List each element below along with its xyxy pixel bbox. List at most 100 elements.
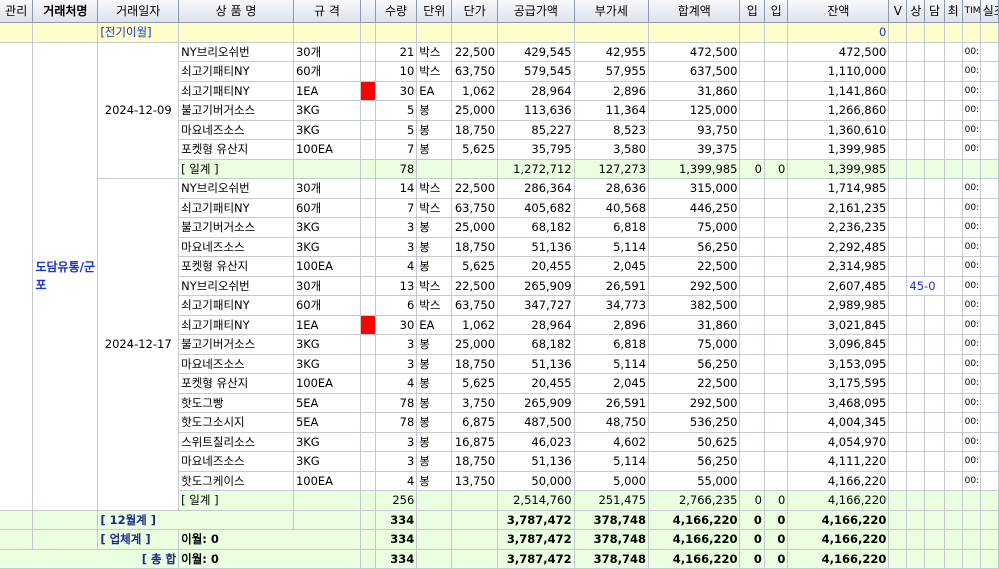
col-header-supply[interactable]: 공급가액 <box>497 0 575 23</box>
item-name[interactable]: 마요네즈소스 <box>178 451 294 472</box>
ledger-grid[interactable]: 관리 거래처명 거래일자 상 품 명 규 격 수량 단위 단가 공급가액 부가세… <box>0 0 999 569</box>
col-header-v[interactable]: V <box>888 0 908 23</box>
col-header-item[interactable]: 상 품 명 <box>178 0 294 23</box>
qty[interactable]: 30 <box>375 81 418 101</box>
qty[interactable]: 4 <box>375 256 418 277</box>
price[interactable]: 13,750 <box>451 471 499 491</box>
col-header-spec[interactable]: 규 격 <box>293 0 361 23</box>
item-name[interactable]: 마요네즈소스 <box>178 354 294 374</box>
price[interactable]: 63,750 <box>451 295 499 316</box>
item-name[interactable]: 마요네즈소스 <box>178 120 294 140</box>
prev-balance-row[interactable]: [전기이월] 0 <box>0 22 999 43</box>
col-header-sang[interactable]: 상 <box>906 0 926 23</box>
price[interactable]: 5,625 <box>451 256 499 277</box>
price[interactable]: 3,750 <box>451 393 499 413</box>
grand-total-row[interactable]: [ 총 합 이월: 0 334 3,787,472 378,748 4,166,220 0 0… <box>0 549 999 569</box>
in2-cell <box>764 432 789 452</box>
price[interactable]: 25,000 <box>451 334 499 355</box>
table-row[interactable]: 2024-12-17 NY브리오쉬번 30개 14 박스 22,500 286,364 28,… <box>0 178 999 511</box>
price[interactable]: 22,500 <box>451 178 499 199</box>
qty[interactable]: 4 <box>375 471 418 491</box>
price[interactable]: 1,062 <box>451 81 499 101</box>
col-header-manage[interactable]: 관리 <box>0 0 34 23</box>
qty[interactable]: 7 <box>375 139 418 160</box>
col-header-price[interactable]: 단가 <box>451 0 499 23</box>
qty[interactable]: 3 <box>375 217 418 238</box>
qty[interactable]: 7 <box>375 198 418 218</box>
qty[interactable]: 30 <box>375 315 418 335</box>
item-name[interactable]: 핫도그소시지 <box>178 412 294 433</box>
item-name[interactable]: 스위트칠리소스 <box>178 432 294 452</box>
qty[interactable]: 78 <box>375 412 418 433</box>
item-name[interactable]: 불고기버거소스 <box>178 100 294 121</box>
price[interactable]: 18,750 <box>451 237 499 257</box>
vendor-total-row[interactable]: [ 업체계 ] 이월: 0 334 3,787,472 378,748 4,166,220… <box>0 529 999 550</box>
col-header-total[interactable]: 합계액 <box>648 0 741 23</box>
qty[interactable]: 78 <box>375 393 418 413</box>
price[interactable]: 25,000 <box>451 100 499 121</box>
item-name[interactable]: 쇠고기패티NY <box>178 295 294 316</box>
col-header-silj[interactable]: 실조 <box>980 0 999 23</box>
item-name[interactable]: 포켓형 유산지 <box>178 373 294 394</box>
qty[interactable]: 4 <box>375 373 418 394</box>
qty[interactable]: 5 <box>375 120 418 140</box>
col-header-in2[interactable]: 입 <box>764 0 789 23</box>
table-row[interactable]: 도담유통/군포 2024-12-09 NY브리오쉬번 30개 21 박스 22,500 429… <box>0 42 999 511</box>
col-header-time[interactable]: TIM <box>962 0 981 23</box>
item-name[interactable]: 포켓형 유산지 <box>178 139 294 160</box>
trade-date[interactable]: 2024-12-09 <box>97 42 180 179</box>
price[interactable]: 18,750 <box>451 354 499 374</box>
col-header-in1[interactable]: 입 <box>739 0 765 23</box>
item-name[interactable]: 쇠고기패티NY <box>178 61 294 82</box>
col-header-customer[interactable]: 거래처명 <box>32 0 99 23</box>
col-header-qty[interactable]: 수량 <box>375 0 418 23</box>
col-header-vat[interactable]: 부가세 <box>574 0 650 23</box>
month-total-row[interactable]: [ 12월계 ] 334 3,787,472 378,748 4,166,220 0 0 4,… <box>0 510 999 530</box>
item-name[interactable]: 불고기버거소스 <box>178 334 294 355</box>
price[interactable]: 6,875 <box>451 412 499 433</box>
customer-name[interactable]: 도담유통/군포 <box>32 42 99 511</box>
item-name[interactable]: 쇠고기패티NY <box>178 315 294 335</box>
price[interactable]: 18,750 <box>451 120 499 140</box>
col-header-choe[interactable]: 최 <box>944 0 963 23</box>
item-name[interactable]: NY브리오쉬번 <box>178 276 294 296</box>
price[interactable]: 5,625 <box>451 373 499 394</box>
qty[interactable]: 3 <box>375 451 418 472</box>
qty[interactable]: 6 <box>375 295 418 316</box>
price[interactable]: 22,500 <box>451 42 499 62</box>
item-name[interactable]: 마요네즈소스 <box>178 237 294 257</box>
price[interactable]: 63,750 <box>451 61 499 82</box>
col-header-date[interactable]: 거래일자 <box>97 0 180 23</box>
item-name[interactable]: 핫도그빵 <box>178 393 294 413</box>
item-name[interactable]: 핫도그케이스 <box>178 471 294 491</box>
time-cell: 00: <box>962 432 981 452</box>
item-name[interactable]: 쇠고기패티NY <box>178 198 294 218</box>
price[interactable]: 16,875 <box>451 432 499 452</box>
item-name[interactable]: NY브리오쉬번 <box>178 42 294 62</box>
price[interactable]: 5,625 <box>451 139 499 160</box>
col-header-flag[interactable] <box>360 0 376 23</box>
price[interactable]: 25,000 <box>451 217 499 238</box>
item-name[interactable]: 쇠고기패티NY <box>178 81 294 101</box>
price[interactable]: 63,750 <box>451 198 499 218</box>
col-header-dam[interactable]: 담 <box>924 0 945 23</box>
qty[interactable]: 21 <box>375 42 418 62</box>
price[interactable]: 18,750 <box>451 451 499 472</box>
qty[interactable]: 3 <box>375 432 418 452</box>
trade-date[interactable]: 2024-12-17 <box>97 178 180 511</box>
item-name[interactable]: 포켓형 유산지 <box>178 256 294 277</box>
qty[interactable]: 13 <box>375 276 418 296</box>
price[interactable]: 22,500 <box>451 276 499 296</box>
qty[interactable]: 10 <box>375 61 418 82</box>
item-name[interactable]: 불고기버거소스 <box>178 217 294 238</box>
qty[interactable]: 14 <box>375 178 418 199</box>
price[interactable]: 1,062 <box>451 315 499 335</box>
v-cell <box>888 276 908 296</box>
qty[interactable]: 3 <box>375 334 418 355</box>
qty[interactable]: 5 <box>375 100 418 121</box>
qty[interactable]: 3 <box>375 354 418 374</box>
qty[interactable]: 3 <box>375 237 418 257</box>
item-name[interactable]: NY브리오쉬번 <box>178 178 294 199</box>
col-header-balance[interactable]: 잔액 <box>787 0 890 23</box>
col-header-unit[interactable]: 단위 <box>416 0 453 23</box>
